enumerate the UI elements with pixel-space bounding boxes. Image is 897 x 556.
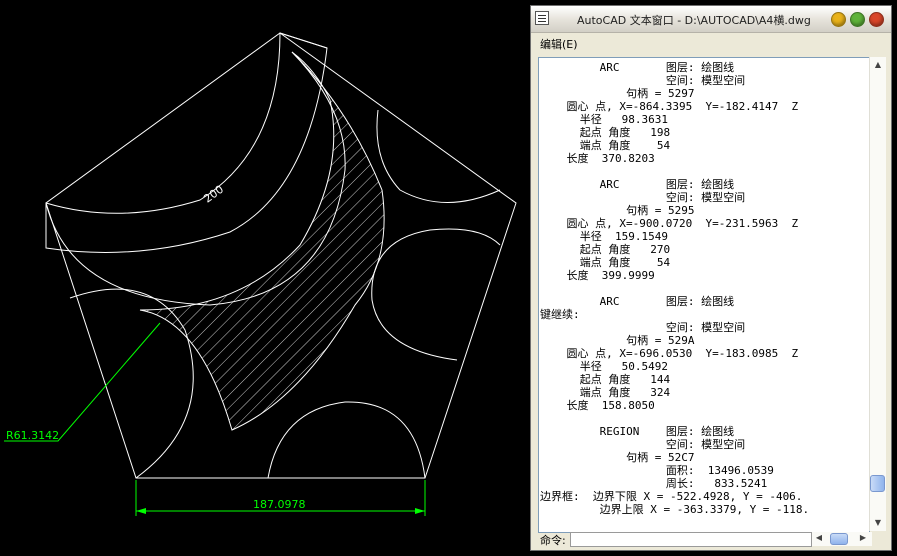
close-button[interactable] <box>869 12 884 27</box>
arc-band <box>45 32 328 253</box>
horizontal-scrollbar[interactable]: ◀ ▶ <box>812 532 872 546</box>
scroll-left-icon[interactable]: ◀ <box>812 531 826 545</box>
band-edge <box>279 32 328 49</box>
title-bar[interactable]: AutoCAD 文本窗口 - D:\AUTOCAD\A4横.dwg <box>531 6 891 33</box>
scroll-thumb[interactable] <box>870 475 885 492</box>
window-title: AutoCAD 文本窗口 - D:\AUTOCAD\A4横.dwg <box>577 14 811 27</box>
circle-right-arc <box>371 228 501 361</box>
vertical-scrollbar[interactable]: ▲ ▼ <box>869 57 886 531</box>
scroll-down-icon[interactable]: ▼ <box>870 515 886 531</box>
minimize-button[interactable] <box>831 12 846 27</box>
pentagon-outline <box>45 32 517 479</box>
circle-bottom-arc <box>267 401 426 479</box>
horizontal-scroll-thumb[interactable] <box>830 533 848 545</box>
command-input[interactable] <box>570 532 812 547</box>
radius-leader <box>4 322 161 442</box>
radius-label: R61.3142 <box>6 429 59 442</box>
maximize-button[interactable] <box>850 12 865 27</box>
window-menu-icon[interactable] <box>535 11 549 25</box>
scroll-right-icon[interactable]: ▶ <box>856 531 870 545</box>
text-window: AutoCAD 文本窗口 - D:\AUTOCAD\A4横.dwg 编辑(E) … <box>530 5 892 551</box>
menu-edit[interactable]: 编辑(E) <box>540 36 578 52</box>
history-text-area[interactable]: ARC 图层: 绘图线 空间: 模型空间 句柄 = 5297 圆心 点, X=-… <box>538 57 870 533</box>
menu-bar: 编辑(E) <box>531 33 891 53</box>
command-label: 命令: <box>540 534 566 547</box>
history-text: ARC 图层: 绘图线 空间: 模型空间 句柄 = 5297 圆心 点, X=-… <box>540 61 810 516</box>
base-arrow-left <box>136 508 146 514</box>
dimension-200-label: 200 <box>201 183 226 206</box>
base-dimension-label: 187.0978 <box>253 498 306 511</box>
command-row: 命令: ◀ ▶ <box>538 532 885 547</box>
base-arrow-right <box>415 508 425 514</box>
scroll-up-icon[interactable]: ▲ <box>870 57 886 73</box>
circle-top-right-arc <box>376 109 501 203</box>
drawing-canvas[interactable]: 200 R61.3142 187.0978 <box>0 0 530 556</box>
